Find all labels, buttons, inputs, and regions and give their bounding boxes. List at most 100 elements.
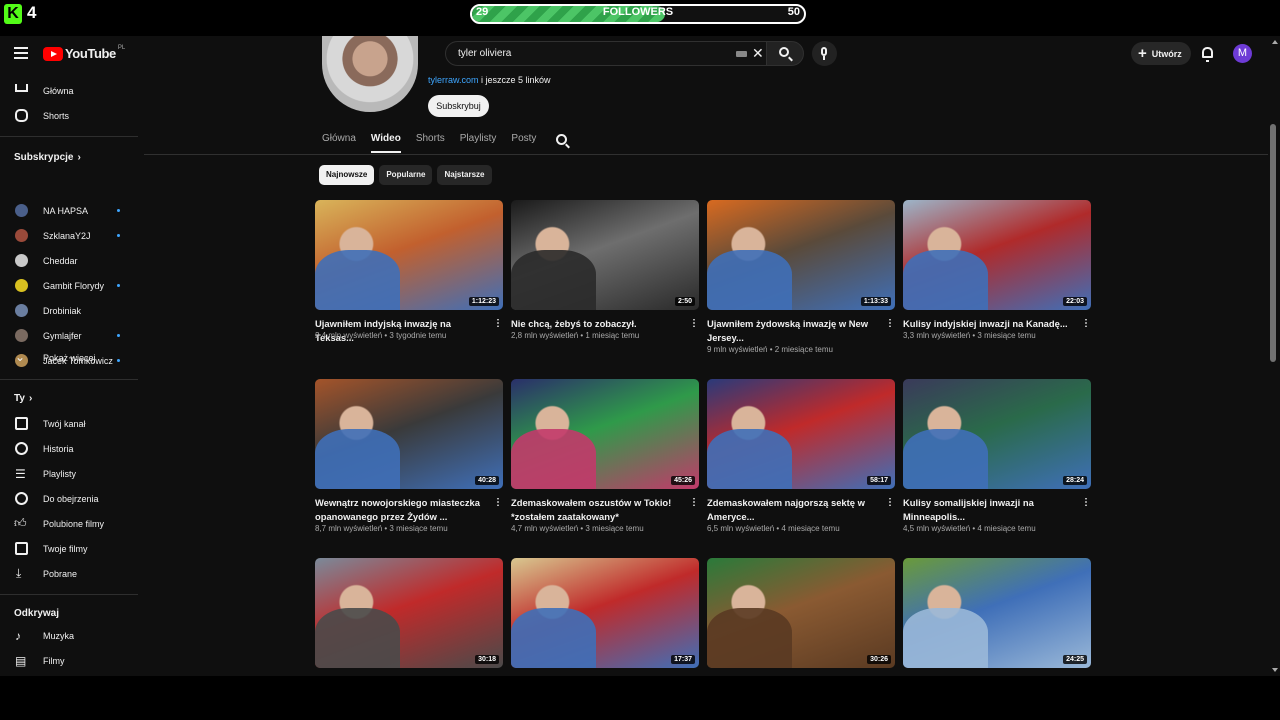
create-button[interactable]: + Utwórz <box>1131 42 1191 65</box>
video-thumbnail[interactable]: 30:18 <box>315 558 503 668</box>
video-title[interactable]: Kulisy somalijskiej inwazji na Minneapol… <box>903 496 1079 524</box>
sidebar-item-shorts[interactable]: Shorts <box>0 103 138 128</box>
menu-icon[interactable] <box>14 47 28 59</box>
more-options-icon[interactable]: ⋯ <box>884 497 895 506</box>
video-title[interactable]: Zdemaskowałem oszustów w Tokio! *zostałe… <box>511 496 687 524</box>
video-age: 3 miesiące temu <box>977 331 1036 340</box>
scroll-down-arrow[interactable] <box>1272 668 1278 672</box>
more-options-icon[interactable]: ⋯ <box>688 497 699 506</box>
video-thumbnail[interactable]: 22:03 <box>903 200 1091 310</box>
channel-search-icon[interactable] <box>556 134 567 145</box>
video-card[interactable]: 24:25 <box>903 558 1091 676</box>
playlist-icon: ☰ <box>15 466 26 481</box>
tabs-divider <box>144 154 1268 155</box>
youtube-logo[interactable]: YouTube PL <box>43 45 125 61</box>
notifications-bell-icon[interactable] <box>1202 47 1213 62</box>
channel-avatar <box>15 279 28 292</box>
video-thumbnail[interactable]: 1:13:33 <box>707 200 895 310</box>
scroll-up-arrow[interactable] <box>1272 40 1278 44</box>
tab-shorts[interactable]: Shorts <box>416 133 445 153</box>
account-avatar[interactable]: M <box>1233 44 1252 63</box>
video-title[interactable]: Wewnątrz nowojorskiego miasteczka opanow… <box>315 496 491 524</box>
sidebar-item-music[interactable]: ♪ Muzyka <box>0 623 138 648</box>
search-box[interactable]: tyler oliviera ✕ <box>445 41 767 66</box>
sort-chip[interactable]: Popularne <box>379 165 433 185</box>
sidebar-item-clock[interactable]: Do obejrzenia <box>0 486 138 511</box>
more-options-icon[interactable]: ⋯ <box>492 497 503 506</box>
tab-videos[interactable]: Wideo <box>370 133 401 153</box>
subscriptions-heading[interactable]: Subskrypcje › <box>14 152 81 163</box>
channel-avatar[interactable] <box>322 36 418 112</box>
video-title[interactable]: Ujawniłem żydowską inwazję w New Jersey.… <box>707 317 883 345</box>
video-thumbnail[interactable]: 45:26 <box>511 379 699 489</box>
search-button[interactable] <box>766 41 804 66</box>
video-card[interactable]: 1:12:23 Ujawniłem indyjską inwazję na Te… <box>315 200 503 380</box>
video-card[interactable]: 45:26 Zdemaskowałem oszustów w Tokio! *z… <box>511 379 699 559</box>
video-card[interactable]: 1:13:33 Ujawniłem żydowską inwazję w New… <box>707 200 895 380</box>
voice-search-button[interactable] <box>812 41 837 66</box>
sort-chip[interactable]: Najstarsze <box>437 165 492 185</box>
subscription-item[interactable]: SzklanaY2J <box>0 223 138 248</box>
video-card[interactable]: 17:37 <box>511 558 699 676</box>
more-options-icon[interactable]: ⋯ <box>492 318 503 327</box>
search-input[interactable]: tyler oliviera <box>458 42 511 65</box>
subscription-item[interactable]: Drobiniak <box>0 298 138 323</box>
sidebar-item-channel[interactable]: Twój kanał <box>0 411 138 436</box>
video-thumbnail[interactable]: 28:24 <box>903 379 1091 489</box>
video-title[interactable]: Zdemaskowałem najgorszą sektę w Ameryce.… <box>707 496 883 524</box>
sidebar-item-history[interactable]: Historia <box>0 436 138 461</box>
video-card[interactable]: 30:26 <box>707 558 895 676</box>
subscribe-button[interactable]: Subskrybuj <box>428 95 489 117</box>
sidebar-item-playlist[interactable]: ☰ Playlisty <box>0 461 138 486</box>
more-options-icon[interactable]: ⋯ <box>1080 497 1091 506</box>
sidebar-item-home[interactable]: Główna <box>0 78 138 103</box>
bottom-letterbox <box>0 676 1280 720</box>
you-heading[interactable]: Ty › <box>14 393 32 404</box>
follower-goal-bar: 29 FOLLOWERS 50 <box>470 4 806 24</box>
video-title[interactable]: Nie chcą, żebyś to zobaczył. <box>511 317 687 331</box>
clear-search-icon[interactable]: ✕ <box>752 45 764 62</box>
keyboard-icon[interactable] <box>736 51 747 57</box>
video-thumbnail[interactable]: 1:12:23 <box>315 200 503 310</box>
sidebar-item-video[interactable]: Twoje filmy <box>0 536 138 561</box>
video-thumbnail[interactable]: 2:50 <box>511 200 699 310</box>
video-card[interactable]: 58:17 Zdemaskowałem najgorszą sektę w Am… <box>707 379 895 559</box>
video-metadata: 8,7 mln wyświetleń • 3 miesiące temu <box>315 524 448 533</box>
video-duration: 17:37 <box>671 655 695 664</box>
video-thumbnail[interactable]: 58:17 <box>707 379 895 489</box>
subscription-item[interactable]: Cheddar <box>0 248 138 273</box>
more-options-icon[interactable]: ⋯ <box>1080 318 1091 327</box>
video-card[interactable]: 2:50 Nie chcą, żebyś to zobaczył. 2,8 ml… <box>511 200 699 380</box>
sort-chip[interactable]: Najnowsze <box>319 165 375 185</box>
video-title[interactable]: Kulisy indyjskiej inwazji na Kanadę... <box>903 317 1079 331</box>
video-thumbnail[interactable]: 30:26 <box>707 558 895 668</box>
video-card[interactable]: 22:03 Kulisy indyjskiej inwazji na Kanad… <box>903 200 1091 380</box>
scrollbar-thumb[interactable] <box>1270 124 1276 362</box>
shorts-icon <box>15 109 28 122</box>
subscription-item[interactable]: Gambit Florydy <box>0 273 138 298</box>
video-card[interactable]: 30:18 <box>315 558 503 676</box>
subscriptions-title: Subskrypcje <box>14 152 74 163</box>
video-card[interactable]: 28:24 Kulisy somalijskiej inwazji na Min… <box>903 379 1091 559</box>
sidebar-item-film[interactable]: ▤ Filmy <box>0 648 138 673</box>
more-options-icon[interactable]: ⋯ <box>688 318 699 327</box>
video-thumbnail[interactable]: 24:25 <box>903 558 1091 668</box>
video-duration: 30:26 <box>867 655 891 664</box>
tab-home[interactable]: Główna <box>322 133 356 153</box>
chevron-down-icon: ⌄ <box>15 350 26 364</box>
sidebar-item-download[interactable]: ⤓ Pobrane <box>0 561 138 586</box>
sidebar: Główna Shorts Subskrypcje › NA HAPSA Szkla… <box>0 76 138 676</box>
subscription-item[interactable]: NA HAPSA <box>0 198 138 223</box>
tab-posts[interactable]: Posty <box>511 133 536 153</box>
video-thumbnail[interactable]: 17:37 <box>511 558 699 668</box>
more-links-text[interactable]: i jeszcze 5 linków <box>479 75 551 85</box>
tab-playlists[interactable]: Playlisty <box>460 133 497 153</box>
show-more-button[interactable]: ⌄ Pokaż więcej <box>0 345 138 370</box>
channel-website-link[interactable]: tylerraw.com <box>428 75 479 85</box>
more-options-icon[interactable]: ⋯ <box>884 318 895 327</box>
video-views: 2,4 mln wyświetleń <box>315 331 383 340</box>
sidebar-item-thumbs-up[interactable]: 👍︎ Polubione filmy <box>0 511 138 536</box>
video-thumbnail[interactable]: 40:28 <box>315 379 503 489</box>
microphone-icon <box>821 47 827 56</box>
video-card[interactable]: 40:28 Wewnątrz nowojorskiego miasteczka … <box>315 379 503 559</box>
